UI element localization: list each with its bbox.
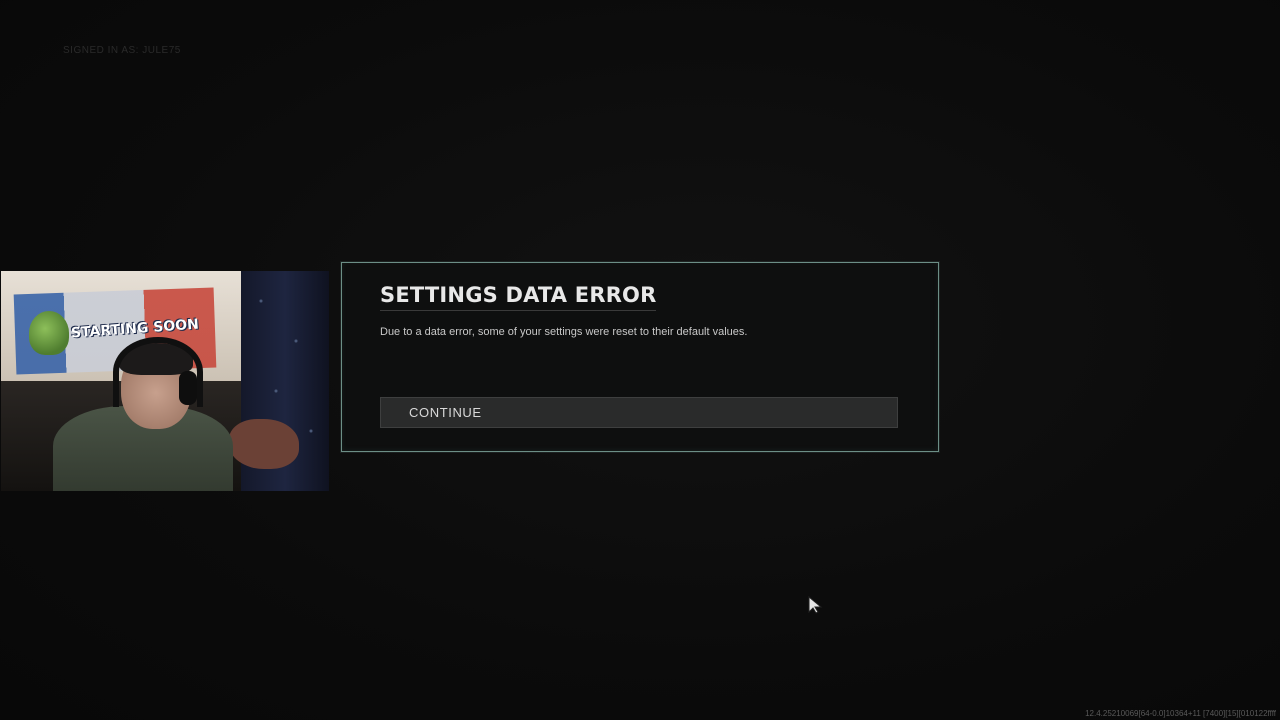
mouse-pointer-icon (808, 596, 823, 614)
webcam-overlay: STARTING SOON (1, 271, 329, 491)
signed-in-label: SIGNED IN AS: JULE75 (63, 45, 181, 56)
dialog-message: Due to a data error, some of your settin… (380, 326, 748, 338)
webcam-pillow (229, 419, 299, 469)
dialog-title: SETTINGS DATA ERROR (380, 283, 657, 311)
settings-error-dialog: SETTINGS DATA ERROR Due to a data error,… (341, 262, 939, 452)
game-screen: SIGNED IN AS: JULE75 STARTING SOON SETTI… (0, 0, 1280, 720)
continue-button-label: CONTINUE (409, 405, 482, 420)
continue-button[interactable]: CONTINUE (380, 397, 898, 428)
webcam-frog-mascot (29, 311, 69, 355)
headset-earcup (179, 371, 197, 405)
build-info: 12.4.25210069[64-0.0]10364+11 [7400][15]… (1085, 709, 1276, 718)
